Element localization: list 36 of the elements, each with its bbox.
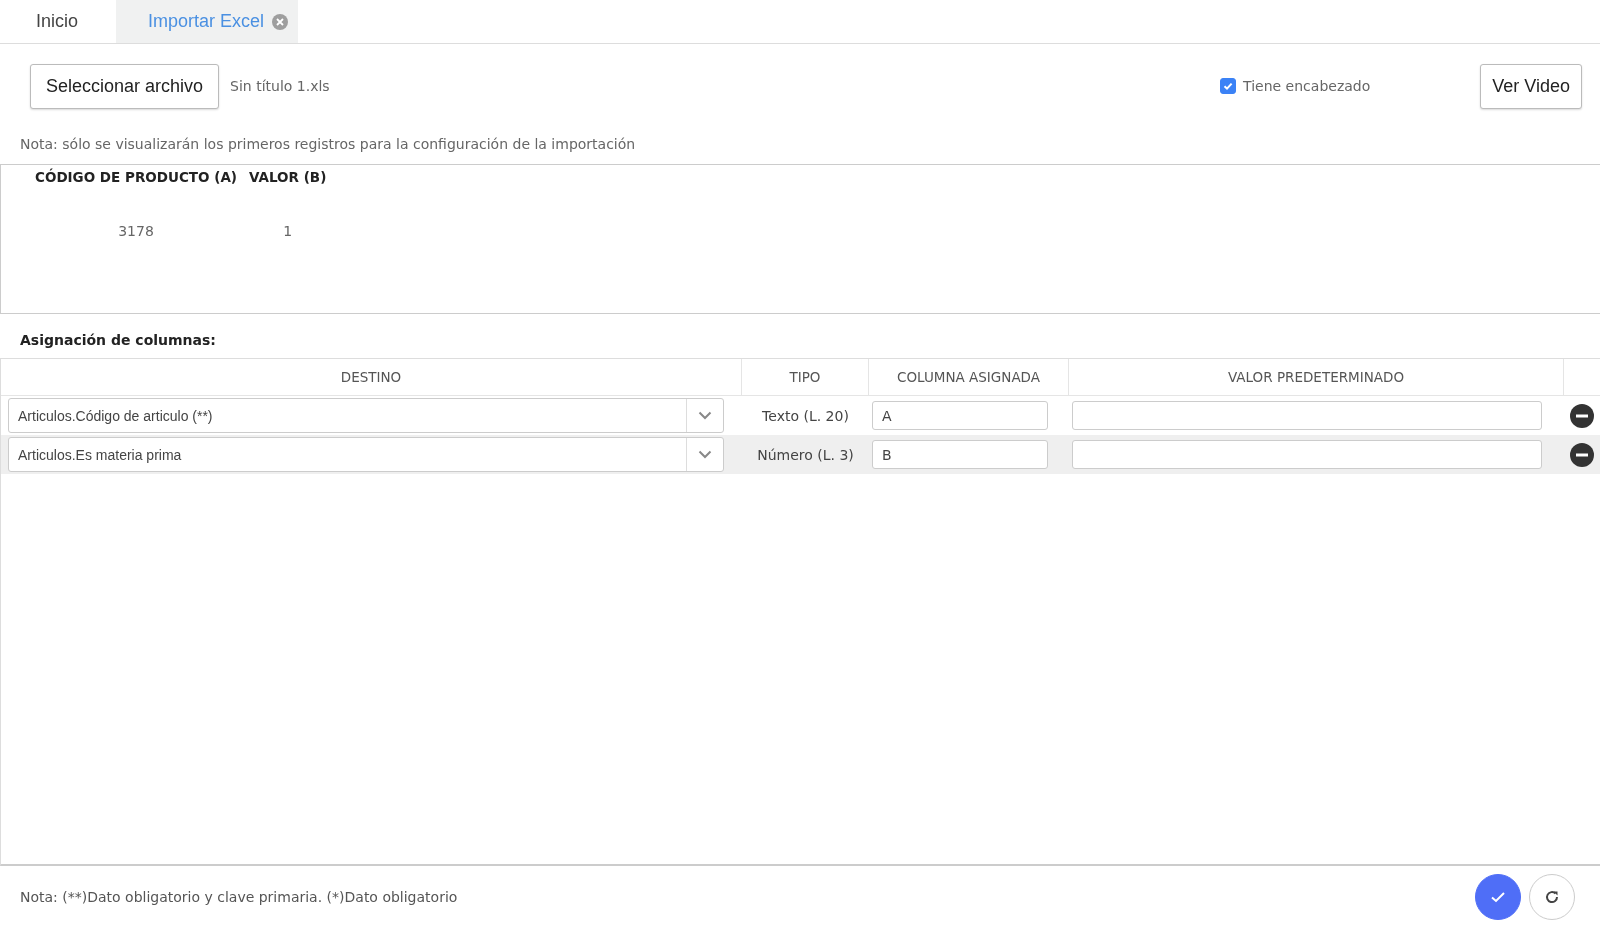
- column-header: CÓDIGO DE PRODUCTO (A): [34, 167, 238, 187]
- column-header: COLUMNA ASIGNADA: [869, 359, 1069, 395]
- tab[interactable]: Inicio: [0, 0, 116, 43]
- file-name: Sin título 1.xls: [230, 78, 330, 94]
- preview-note: Nota: sólo se visualizarán los primeros registros para la configuración de la importación: [19, 135, 637, 154]
- refresh-icon: [1543, 888, 1561, 906]
- destination-select[interactable]: Articulos.Es materia prima: [8, 437, 724, 472]
- column-header: DESTINO: [1, 359, 742, 395]
- type-text: Número (L. 3): [757, 446, 854, 463]
- footer-note: Nota: (**)Dato obligatorio y clave primaria. (*)Dato obligatorio: [20, 889, 458, 905]
- section-title: Asignación de columnas:: [19, 331, 217, 350]
- destination-select[interactable]: Articulos.Código de articulo (**): [8, 398, 724, 433]
- default-value-input[interactable]: [1072, 440, 1542, 469]
- checkbox[interactable]: [1220, 78, 1237, 94]
- chevron-down-icon: [698, 411, 712, 420]
- confirm-button[interactable]: [1475, 874, 1521, 920]
- checkbox-label: Tiene encabezado: [1243, 78, 1371, 94]
- remove-icon[interactable]: [1570, 403, 1594, 428]
- column-header: VALOR PREDETERMINADO: [1069, 359, 1564, 395]
- column-header: TIPO: [742, 359, 869, 395]
- default-value-input[interactable]: [1072, 401, 1542, 430]
- close-icon[interactable]: [272, 13, 289, 30]
- column-input[interactable]: B: [872, 440, 1048, 469]
- column-header: VALOR (B): [248, 168, 328, 187]
- remove-icon[interactable]: [1570, 442, 1594, 467]
- table-cell-text: 1: [282, 222, 294, 240]
- video-button[interactable]: Ver Video: [1480, 63, 1582, 109]
- checkmark-icon: [1222, 80, 1235, 92]
- table-row[interactable]: Articulos.Código de articulo (**) Texto (L. 20) A: [1, 396, 1600, 435]
- chevron-down-icon: [698, 450, 712, 459]
- refresh-button[interactable]: [1529, 874, 1575, 920]
- table-row[interactable]: Articulos.Es materia prima Número (L. 3) B: [1, 435, 1600, 474]
- type-text: Texto (L. 20): [762, 407, 849, 424]
- select-file-button[interactable]: Seleccionar archivo: [30, 63, 220, 109]
- table-cell-text: 3178: [117, 222, 155, 240]
- column-input[interactable]: A: [872, 401, 1048, 430]
